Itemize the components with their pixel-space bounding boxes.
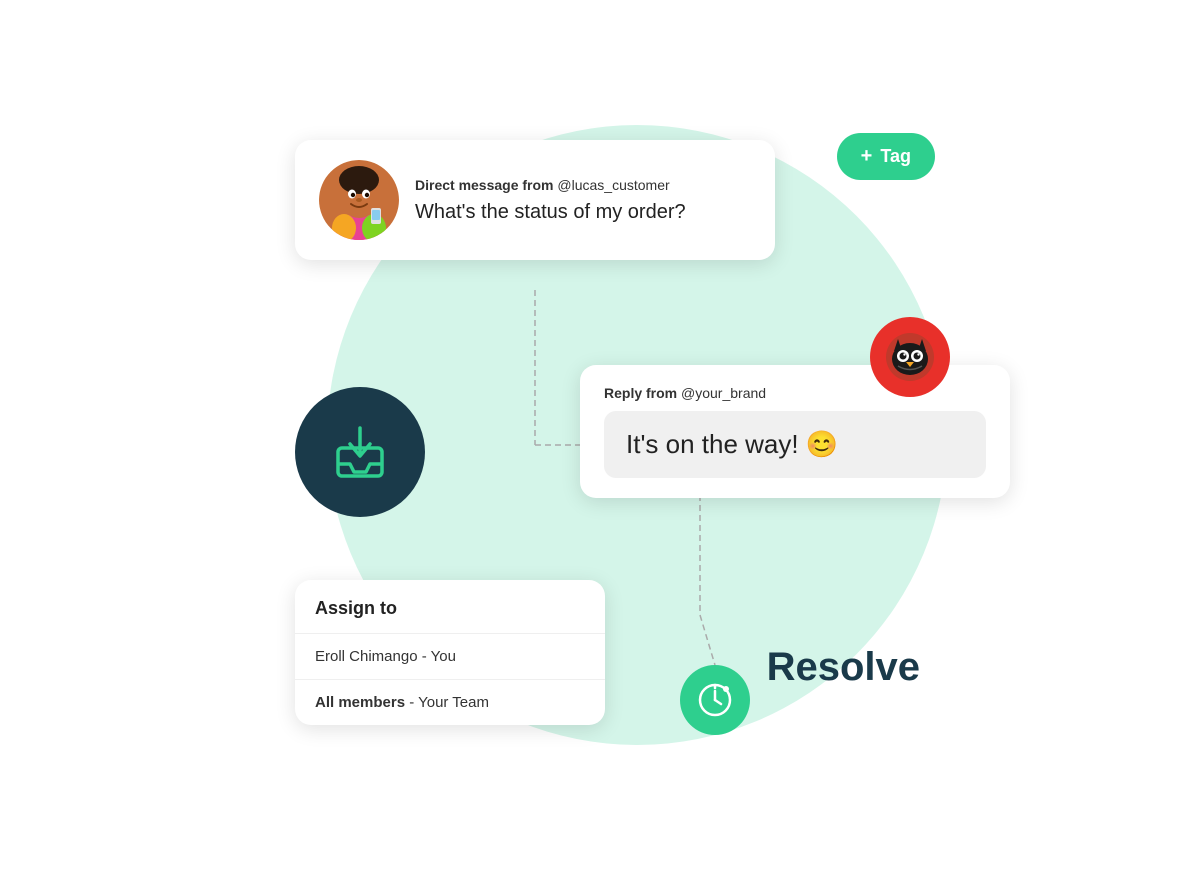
tag-label: Tag [880,146,911,167]
dm-header: Direct message from @lucas_customer [415,177,751,193]
dm-message: What's the status of my order? [415,201,751,224]
clock-icon [696,681,734,719]
plus-icon: + [861,145,873,168]
assign-card: Assign to Eroll Chimango - You All membe… [295,580,605,725]
owl-icon [884,331,936,383]
hootsuite-badge [870,317,950,397]
resolve-label[interactable]: Resolve [767,645,920,690]
avatar [319,160,399,240]
reply-card: Reply from @your_brand It's on the way! … [580,365,1010,498]
dm-content: Direct message from @lucas_customer What… [415,177,751,224]
assign-title: Assign to [295,580,605,633]
dm-card: Direct message from @lucas_customer What… [295,140,775,260]
clock-icon-circle [680,665,750,735]
inbox-icon [330,422,390,482]
inbox-icon-circle [295,387,425,517]
assign-row-you[interactable]: Eroll Chimango - You [295,633,605,679]
tag-button[interactable]: + Tag [837,133,935,180]
scene: + Tag [150,25,1050,845]
assign-row-team[interactable]: All members - Your Team [295,679,605,725]
reply-message: It's on the way! 😊 [604,411,986,478]
